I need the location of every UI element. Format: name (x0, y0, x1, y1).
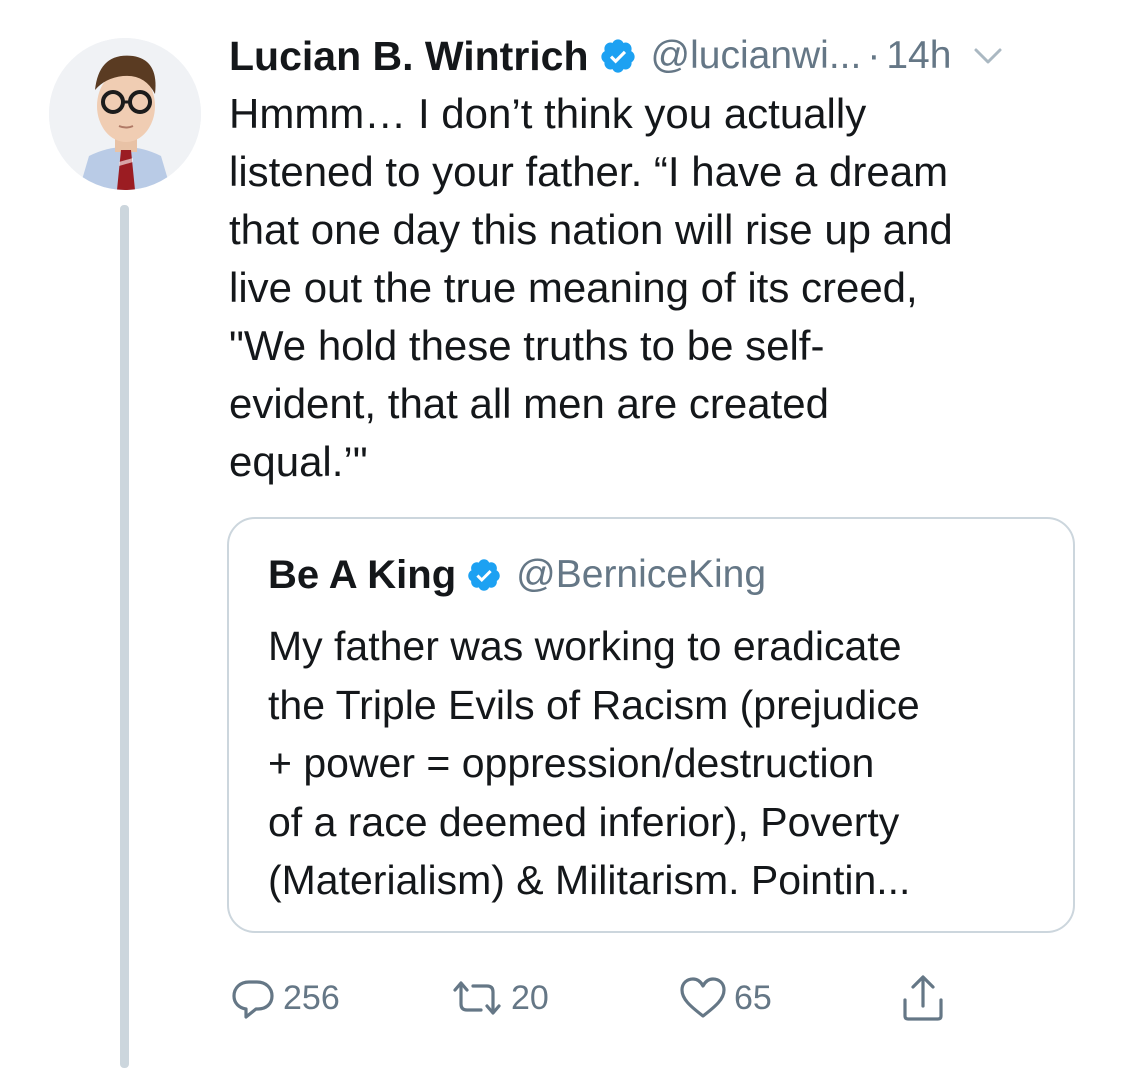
timestamp[interactable]: 14h (886, 34, 951, 78)
retweet-icon (449, 974, 505, 1022)
quoted-tweet-card[interactable]: Be A King @BerniceKing My father was wor… (227, 517, 1075, 933)
avatar-portrait-image (49, 38, 201, 190)
reply-bubble-icon (229, 974, 277, 1022)
thread-line (120, 205, 129, 1068)
reply-count: 256 (283, 978, 340, 1017)
quoted-tweet-header: Be A King @BerniceKing (268, 547, 766, 603)
chevron-down-icon[interactable] (973, 46, 1003, 66)
author-name[interactable]: Lucian B. Wintrich (229, 33, 589, 80)
reply-button[interactable]: 256 (229, 968, 340, 1028)
verified-badge-icon (599, 37, 637, 75)
tweet-text: Hmmm… I don’t think you actually listene… (229, 90, 953, 485)
tweet-view: Lucian B. Wintrich @lucianwi... · 14h Hm… (0, 0, 1124, 1068)
separator-dot: · (867, 34, 881, 77)
share-icon (899, 972, 947, 1024)
retweet-button[interactable]: 20 (449, 968, 549, 1028)
tweet-header: Lucian B. Wintrich @lucianwi... · 14h (229, 26, 1089, 86)
author-handle[interactable]: @lucianwi... (651, 34, 862, 78)
avatar[interactable] (49, 38, 201, 190)
share-button[interactable] (899, 968, 947, 1028)
heart-icon (678, 974, 728, 1022)
like-button[interactable]: 65 (678, 968, 772, 1028)
quoted-author-handle: @BerniceKing (516, 553, 767, 596)
tweet-actions: 256 20 65 (229, 968, 989, 1028)
quoted-author-name: Be A King (268, 552, 457, 597)
like-count: 65 (734, 978, 772, 1017)
verified-badge-icon (466, 557, 502, 593)
retweet-count: 20 (511, 978, 549, 1017)
quoted-tweet-text: My father was working to eradicate the T… (268, 623, 920, 903)
